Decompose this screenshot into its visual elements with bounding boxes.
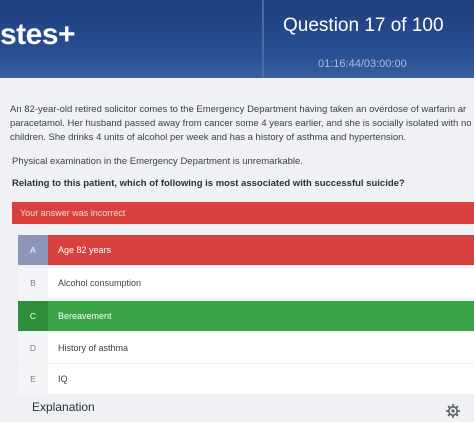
- option-text: History of asthma: [48, 333, 474, 363]
- question-stem: An 82-year-old retired solicitor comes t…: [10, 103, 474, 145]
- exam-timer: 01:16:44/03:00:00: [318, 58, 407, 70]
- option-text: Bereavement: [48, 301, 474, 331]
- option-a[interactable]: A Age 82 years: [18, 235, 474, 265]
- gear-icon[interactable]: [446, 404, 460, 418]
- option-letter: B: [18, 268, 48, 298]
- result-banner: Your answer was incorrect: [12, 202, 474, 224]
- header-divider: [262, 0, 264, 78]
- app-logo: stes+: [0, 18, 76, 51]
- stem-line: paracetamol. Her husband passed away fro…: [10, 118, 472, 129]
- stem-line: An 82-year-old retired solicitor comes t…: [10, 104, 467, 115]
- question-prompt: Relating to this patient, which of follo…: [12, 178, 405, 189]
- app-header: stes+ Question 17 of 100 01:16:44/03:00:…: [0, 0, 474, 78]
- option-b[interactable]: B Alcohol consumption: [18, 268, 474, 298]
- question-counter: Question 17 of 100: [283, 15, 444, 36]
- option-letter: D: [18, 333, 48, 363]
- option-text: Alcohol consumption: [48, 268, 474, 298]
- option-letter: A: [18, 235, 48, 265]
- stem-line: children. She drinks 4 units of alcohol …: [10, 132, 407, 143]
- option-text: IQ: [48, 364, 474, 394]
- explanation-toggle[interactable]: Explanation: [32, 400, 95, 414]
- option-c[interactable]: C Bereavement: [18, 301, 474, 331]
- option-letter: C: [18, 301, 48, 331]
- exam-findings: Physical examination in the Emergency De…: [12, 156, 303, 167]
- option-text: Age 82 years: [48, 235, 474, 265]
- option-d[interactable]: D History of asthma: [18, 333, 474, 363]
- option-letter: E: [18, 364, 48, 394]
- option-e[interactable]: E IQ: [18, 364, 474, 394]
